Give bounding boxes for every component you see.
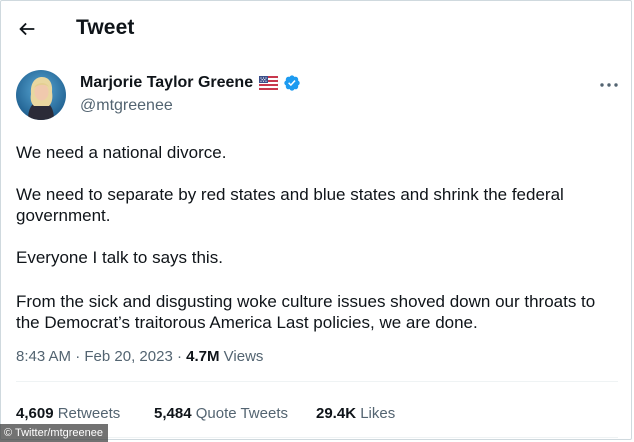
back-arrow-icon[interactable] [16, 18, 38, 40]
page-title: Tweet [76, 16, 135, 39]
tweet-meta: 8:43 AM · Feb 20, 2023 · 4.7M Views [16, 348, 263, 365]
avatar[interactable] [16, 70, 66, 120]
quote-tweets-stat[interactable]: 5,484 Quote Tweets [154, 405, 288, 422]
tweet-paragraph: Everyone I talk to says this. [16, 248, 223, 267]
likes-count: 29.4K [316, 405, 357, 422]
us-flag-icon [259, 76, 278, 90]
tweet-paragraph: From the sick and disgusting woke cultur… [16, 292, 596, 332]
likes-stat[interactable]: 29.4K Likes [316, 405, 395, 422]
verified-icon[interactable] [283, 74, 301, 92]
quote-tweets-label: Quote Tweets [195, 405, 288, 422]
meta-separator: · [75, 348, 81, 365]
likes-label: Likes [360, 405, 396, 422]
photo-credit: © Twitter/mtgreenee [0, 424, 108, 442]
tweet-date[interactable]: Feb 20, 2023 [84, 348, 172, 365]
meta-separator: · [176, 348, 182, 365]
more-options-icon[interactable] [598, 80, 620, 90]
retweets-count: 4,609 [16, 405, 54, 422]
author-name[interactable]: Marjorie Taylor Greene [80, 74, 253, 92]
tweet-paragraph: We need to separate by red states and bl… [16, 185, 564, 225]
tweet-header: Tweet [0, 0, 634, 58]
retweets-label: Retweets [57, 405, 121, 422]
quote-tweets-count: 5,484 [154, 405, 192, 422]
tweet-paragraph: We need a national divorce. [16, 143, 227, 162]
retweets-stat[interactable]: 4,609 Retweets [16, 405, 120, 422]
author-handle[interactable]: @mtgreenee [80, 97, 173, 115]
views-label: Views [223, 348, 264, 365]
divider [16, 381, 618, 382]
views-count: 4.7M [186, 348, 220, 365]
tweet-time[interactable]: 8:43 AM [16, 348, 71, 365]
